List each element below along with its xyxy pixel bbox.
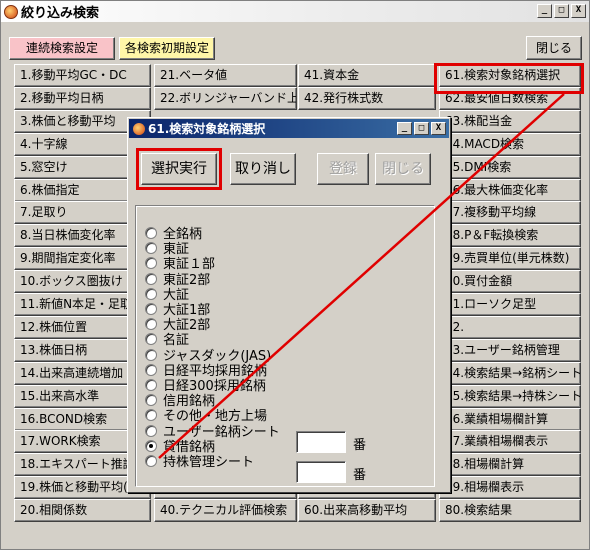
dialog-minimize-button[interactable]: _ — [397, 122, 412, 135]
search-function-button[interactable]: 60.出来高移動平均 — [298, 499, 436, 522]
dialog-maximize-button[interactable]: □ — [414, 122, 429, 135]
search-function-button[interactable]: 74.検索結果→銘柄シート — [439, 362, 581, 385]
radio-button[interactable] — [145, 256, 157, 269]
close-button[interactable]: 閉じる — [526, 36, 582, 60]
radio-button[interactable] — [145, 287, 157, 300]
dialog-close-button[interactable]: X — [431, 122, 446, 135]
search-function-button[interactable]: 72. — [439, 316, 581, 339]
cancel-selection-button[interactable]: 取り消し — [230, 153, 296, 185]
reset-search-settings-button[interactable]: 各検索初期設定 — [119, 37, 215, 60]
exchange-radio-option[interactable]: 東証１部 — [145, 255, 215, 272]
radio-button[interactable] — [145, 332, 157, 345]
search-function-button[interactable]: 2.移動平均日柄 — [14, 87, 151, 110]
search-function-button[interactable]: 20.相関係数 — [14, 499, 151, 522]
dialog-window-controls: _ □ X — [397, 122, 446, 135]
radio-label: 持株管理シート — [163, 455, 255, 470]
radio-button[interactable] — [145, 272, 157, 285]
search-function-button[interactable]: 69.売買単位(単元株数) — [439, 247, 581, 270]
search-function-button[interactable]: 73.ユーザー銘柄管理 — [439, 339, 581, 362]
maximize-button[interactable]: □ — [554, 4, 569, 18]
dialog-close-action-button[interactable]: 閉じる — [375, 153, 431, 185]
search-function-button[interactable]: 41.資本金 — [298, 64, 436, 87]
radio-button[interactable] — [145, 454, 157, 467]
search-function-button[interactable]: 66.最大株価変化率 — [439, 179, 581, 202]
holdings-sheet-number-suffix: 番 — [353, 468, 367, 483]
holdings-sheet-number-input[interactable] — [296, 461, 346, 483]
search-function-button[interactable]: 70.買付金額 — [439, 270, 581, 293]
radio-button[interactable] — [145, 363, 157, 376]
user-sheet-number-suffix: 番 — [353, 438, 367, 453]
minimize-button[interactable]: _ — [537, 4, 552, 18]
search-function-button[interactable]: 1.移動平均GC・DC — [14, 64, 151, 87]
dialog-app-icon — [133, 122, 145, 135]
search-function-button[interactable]: 76.業績相場欄計算 — [439, 408, 581, 431]
radio-button[interactable] — [145, 393, 157, 406]
radio-button[interactable] — [145, 378, 157, 391]
search-function-button[interactable]: 71.ローソク足型 — [439, 293, 581, 316]
search-function-button[interactable]: 65.DMI検索 — [439, 156, 581, 179]
radio-button[interactable] — [145, 302, 157, 315]
register-button[interactable]: 登録 — [317, 153, 369, 185]
exchange-radio-option[interactable]: 名証 — [145, 331, 189, 348]
continuous-search-settings-button[interactable]: 連続検索設定 — [9, 37, 115, 60]
exchange-radio-option[interactable]: 持株管理シート — [145, 453, 255, 470]
radio-button[interactable] — [145, 317, 157, 330]
search-function-button[interactable]: 80.検索結果 — [439, 499, 581, 522]
search-function-button[interactable]: 61.検索対象銘柄選択 — [439, 64, 581, 87]
search-function-button[interactable]: 62.最安値日数検索 — [439, 87, 581, 110]
app-icon — [4, 4, 18, 19]
search-function-button[interactable]: 21.ベータ値 — [154, 64, 297, 87]
radio-button[interactable] — [145, 408, 157, 421]
main-window: 絞り込み検索 _ □ X 連続検索設定 各検索初期設定 閉じる 1.移動平均GC… — [0, 0, 590, 550]
radio-button[interactable] — [145, 241, 157, 254]
search-function-button[interactable]: 75.検索結果→持株シート — [439, 385, 581, 408]
close-window-button[interactable]: X — [571, 4, 586, 18]
user-sheet-number-input[interactable] — [296, 431, 346, 453]
search-function-button[interactable]: 63.株配当金 — [439, 110, 581, 133]
dialog-title-bar[interactable]: 61.検索対象銘柄選択 _ □ X — [129, 119, 449, 138]
search-function-button[interactable]: 40.テクニカル評価検索 — [154, 499, 297, 522]
search-function-button[interactable]: 22.ボリンジャーバンド上下抜 — [154, 87, 297, 110]
radio-button[interactable] — [145, 226, 157, 239]
execute-selection-button[interactable]: 選択実行 — [141, 153, 217, 185]
search-function-button[interactable]: 77.業績相場欄表示 — [439, 430, 581, 453]
radio-button[interactable] — [145, 424, 157, 437]
dialog-title: 61.検索対象銘柄選択 — [148, 122, 266, 136]
search-function-button[interactable]: 42.発行株式数 — [298, 87, 436, 110]
search-function-button[interactable]: 78.相場欄計算 — [439, 453, 581, 476]
radio-button[interactable] — [145, 439, 157, 452]
search-function-button[interactable]: 68.P＆F転換検索 — [439, 224, 581, 247]
search-function-button[interactable]: 79.相場欄表示 — [439, 476, 581, 499]
title-bar[interactable]: 絞り込み検索 _ □ X — [1, 1, 589, 22]
search-function-button[interactable]: 67.複移動平均線 — [439, 201, 581, 224]
window-title: 絞り込み検索 — [21, 6, 100, 21]
search-function-button[interactable]: 64.MACD検索 — [439, 133, 581, 156]
window-controls: _ □ X — [537, 4, 586, 18]
radio-button[interactable] — [145, 348, 157, 361]
exchange-radio-option[interactable]: その他・地方上場 — [145, 407, 267, 424]
